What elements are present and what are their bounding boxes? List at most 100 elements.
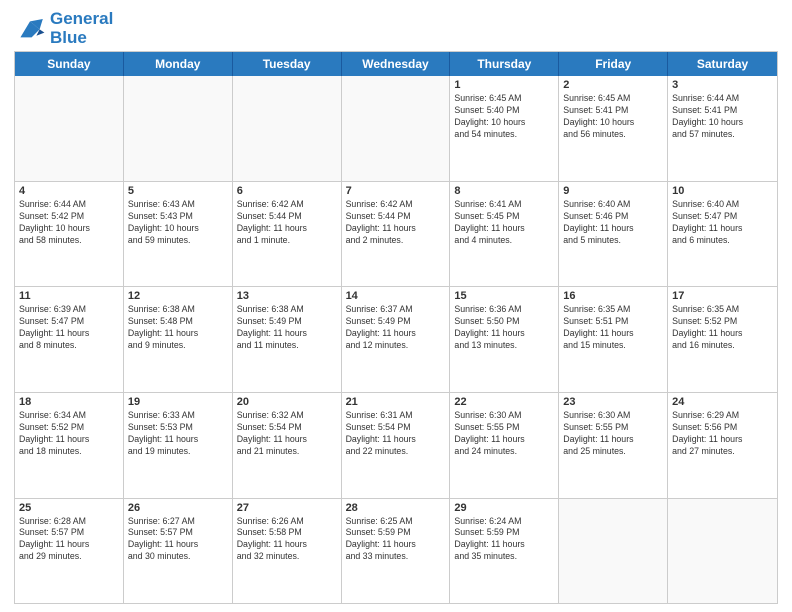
calendar-cell: 24Sunrise: 6:29 AM Sunset: 5:56 PM Dayli… bbox=[668, 393, 777, 498]
calendar-cell: 3 Sunrise: 6:44 AM Sunset: 5:41 PM Daylig… bbox=[668, 76, 777, 181]
day-info: Sunrise: 6:36 AM Sunset: 5:50 PM Dayligh… bbox=[454, 304, 554, 352]
day-number: 22 bbox=[454, 396, 554, 408]
calendar-cell: 21 Sunrise: 6:31 AM Sunset: 5:54 PM Dayli… bbox=[342, 393, 451, 498]
day-info: Sunrise: 6:45 AM Sunset: 5:40 PM Dayligh… bbox=[454, 93, 554, 141]
day-number: 13 bbox=[237, 290, 337, 302]
calendar-cell: 6Sunrise: 6:42 AM Sunset: 5:44 PM Daylig… bbox=[233, 182, 342, 287]
day-info: Sunrise: 6:42 AM Sunset: 5:44 PM Dayligh… bbox=[237, 199, 337, 247]
day-number: 10 bbox=[672, 185, 773, 197]
calendar-cell bbox=[233, 76, 342, 181]
day-number: 1 bbox=[454, 79, 554, 91]
calendar-cell: 4Sunrise: 6:44 AM Sunset: 5:42 PM Daylig… bbox=[15, 182, 124, 287]
header-day-monday: Monday bbox=[124, 52, 233, 76]
day-number: 20 bbox=[237, 396, 337, 408]
day-info: Sunrise: 6:35 AM Sunset: 5:52 PM Dayligh… bbox=[672, 304, 773, 352]
day-info: Sunrise: 6:39 AM Sunset: 5:47 PM Dayligh… bbox=[19, 304, 119, 352]
day-number: 7 bbox=[346, 185, 446, 197]
calendar-cell: 28 Sunrise: 6:25 AM Sunset: 5:59 PM Dayli… bbox=[342, 499, 451, 604]
day-number: 16 bbox=[563, 290, 663, 302]
calendar-cell: 10Sunrise: 6:40 AM Sunset: 5:47 PM Dayli… bbox=[668, 182, 777, 287]
day-info: Sunrise: 6:29 AM Sunset: 5:56 PM Dayligh… bbox=[672, 410, 773, 458]
day-info: Sunrise: 6:28 AM Sunset: 5:57 PM Dayligh… bbox=[19, 516, 119, 564]
day-info: Sunrise: 6:26 AM Sunset: 5:58 PM Dayligh… bbox=[237, 516, 337, 564]
header-day-saturday: Saturday bbox=[668, 52, 777, 76]
day-number: 4 bbox=[19, 185, 119, 197]
calendar-week-4: 18 Sunrise: 6:34 AM Sunset: 5:52 PM Dayli… bbox=[15, 392, 777, 498]
calendar-cell: 8 Sunrise: 6:41 AM Sunset: 5:45 PM Daylig… bbox=[450, 182, 559, 287]
day-info: Sunrise: 6:25 AM Sunset: 5:59 PM Dayligh… bbox=[346, 516, 446, 564]
header-day-thursday: Thursday bbox=[450, 52, 559, 76]
day-number: 26 bbox=[128, 502, 228, 514]
day-info: Sunrise: 6:41 AM Sunset: 5:45 PM Dayligh… bbox=[454, 199, 554, 247]
day-number: 27 bbox=[237, 502, 337, 514]
calendar-cell: 23 Sunrise: 6:30 AM Sunset: 5:55 PM Dayli… bbox=[559, 393, 668, 498]
day-number: 21 bbox=[346, 396, 446, 408]
logo-icon bbox=[14, 15, 46, 43]
day-number: 23 bbox=[563, 396, 663, 408]
calendar-cell: 9 Sunrise: 6:40 AM Sunset: 5:46 PM Daylig… bbox=[559, 182, 668, 287]
calendar-cell: 19 Sunrise: 6:33 AM Sunset: 5:53 PM Dayli… bbox=[124, 393, 233, 498]
day-number: 3 bbox=[672, 79, 773, 91]
day-number: 19 bbox=[128, 396, 228, 408]
calendar-body: 1 Sunrise: 6:45 AM Sunset: 5:40 PM Daylig… bbox=[15, 76, 777, 603]
day-number: 2 bbox=[563, 79, 663, 91]
day-number: 5 bbox=[128, 185, 228, 197]
calendar-cell: 15 Sunrise: 6:36 AM Sunset: 5:50 PM Dayli… bbox=[450, 287, 559, 392]
calendar-cell: 14 Sunrise: 6:37 AM Sunset: 5:49 PM Dayli… bbox=[342, 287, 451, 392]
day-number: 25 bbox=[19, 502, 119, 514]
calendar-cell: 11Sunrise: 6:39 AM Sunset: 5:47 PM Dayli… bbox=[15, 287, 124, 392]
day-info: Sunrise: 6:38 AM Sunset: 5:49 PM Dayligh… bbox=[237, 304, 337, 352]
calendar-cell: 22 Sunrise: 6:30 AM Sunset: 5:55 PM Dayli… bbox=[450, 393, 559, 498]
day-number: 14 bbox=[346, 290, 446, 302]
calendar-cell: 27 Sunrise: 6:26 AM Sunset: 5:58 PM Dayli… bbox=[233, 499, 342, 604]
calendar-week-3: 11Sunrise: 6:39 AM Sunset: 5:47 PM Dayli… bbox=[15, 286, 777, 392]
calendar-cell: 29 Sunrise: 6:24 AM Sunset: 5:59 PM Dayli… bbox=[450, 499, 559, 604]
day-number: 18 bbox=[19, 396, 119, 408]
day-info: Sunrise: 6:45 AM Sunset: 5:41 PM Dayligh… bbox=[563, 93, 663, 141]
day-info: Sunrise: 6:34 AM Sunset: 5:52 PM Dayligh… bbox=[19, 410, 119, 458]
day-info: Sunrise: 6:33 AM Sunset: 5:53 PM Dayligh… bbox=[128, 410, 228, 458]
calendar-cell: 16 Sunrise: 6:35 AM Sunset: 5:51 PM Dayli… bbox=[559, 287, 668, 392]
calendar-cell: 2 Sunrise: 6:45 AM Sunset: 5:41 PM Daylig… bbox=[559, 76, 668, 181]
day-info: Sunrise: 6:42 AM Sunset: 5:44 PM Dayligh… bbox=[346, 199, 446, 247]
calendar-cell: 17Sunrise: 6:35 AM Sunset: 5:52 PM Dayli… bbox=[668, 287, 777, 392]
day-info: Sunrise: 6:38 AM Sunset: 5:48 PM Dayligh… bbox=[128, 304, 228, 352]
day-info: Sunrise: 6:30 AM Sunset: 5:55 PM Dayligh… bbox=[454, 410, 554, 458]
calendar-header: SundayMondayTuesdayWednesdayThursdayFrid… bbox=[15, 52, 777, 76]
calendar-cell bbox=[342, 76, 451, 181]
day-info: Sunrise: 6:43 AM Sunset: 5:43 PM Dayligh… bbox=[128, 199, 228, 247]
day-info: Sunrise: 6:31 AM Sunset: 5:54 PM Dayligh… bbox=[346, 410, 446, 458]
day-number: 28 bbox=[346, 502, 446, 514]
calendar-cell: 20 Sunrise: 6:32 AM Sunset: 5:54 PM Dayli… bbox=[233, 393, 342, 498]
header-day-wednesday: Wednesday bbox=[342, 52, 451, 76]
calendar-cell: 1 Sunrise: 6:45 AM Sunset: 5:40 PM Daylig… bbox=[450, 76, 559, 181]
day-info: Sunrise: 6:44 AM Sunset: 5:41 PM Dayligh… bbox=[672, 93, 773, 141]
calendar-week-2: 4Sunrise: 6:44 AM Sunset: 5:42 PM Daylig… bbox=[15, 181, 777, 287]
day-info: Sunrise: 6:35 AM Sunset: 5:51 PM Dayligh… bbox=[563, 304, 663, 352]
calendar-cell: 13 Sunrise: 6:38 AM Sunset: 5:49 PM Dayli… bbox=[233, 287, 342, 392]
day-number: 9 bbox=[563, 185, 663, 197]
header-day-tuesday: Tuesday bbox=[233, 52, 342, 76]
day-number: 29 bbox=[454, 502, 554, 514]
calendar-week-1: 1 Sunrise: 6:45 AM Sunset: 5:40 PM Daylig… bbox=[15, 76, 777, 181]
header-day-friday: Friday bbox=[559, 52, 668, 76]
logo-text: General Blue bbox=[50, 10, 113, 47]
day-info: Sunrise: 6:24 AM Sunset: 5:59 PM Dayligh… bbox=[454, 516, 554, 564]
day-info: Sunrise: 6:30 AM Sunset: 5:55 PM Dayligh… bbox=[563, 410, 663, 458]
day-number: 15 bbox=[454, 290, 554, 302]
page: General Blue SundayMondayTuesdayWednesda… bbox=[0, 0, 792, 612]
calendar-week-5: 25 Sunrise: 6:28 AM Sunset: 5:57 PM Dayli… bbox=[15, 498, 777, 604]
day-info: Sunrise: 6:32 AM Sunset: 5:54 PM Dayligh… bbox=[237, 410, 337, 458]
calendar-cell bbox=[559, 499, 668, 604]
calendar-cell bbox=[124, 76, 233, 181]
day-info: Sunrise: 6:27 AM Sunset: 5:57 PM Dayligh… bbox=[128, 516, 228, 564]
logo: General Blue bbox=[14, 10, 113, 47]
calendar-cell: 7 Sunrise: 6:42 AM Sunset: 5:44 PM Daylig… bbox=[342, 182, 451, 287]
day-number: 8 bbox=[454, 185, 554, 197]
day-info: Sunrise: 6:40 AM Sunset: 5:46 PM Dayligh… bbox=[563, 199, 663, 247]
calendar: SundayMondayTuesdayWednesdayThursdayFrid… bbox=[14, 51, 778, 604]
calendar-cell: 18 Sunrise: 6:34 AM Sunset: 5:52 PM Dayli… bbox=[15, 393, 124, 498]
day-info: Sunrise: 6:37 AM Sunset: 5:49 PM Dayligh… bbox=[346, 304, 446, 352]
header: General Blue bbox=[14, 10, 778, 47]
day-number: 12 bbox=[128, 290, 228, 302]
